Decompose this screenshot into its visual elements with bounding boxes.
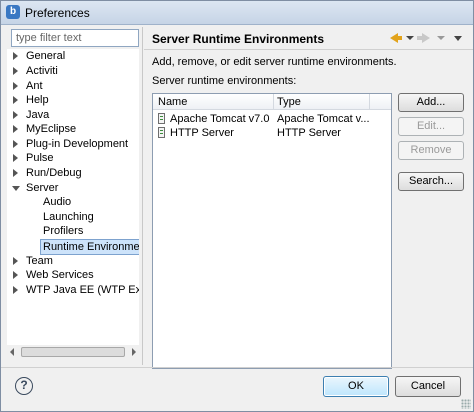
ok-button[interactable]: OK — [323, 376, 389, 397]
preference-page: Server Runtime Environments Add, remove,… — [144, 27, 473, 369]
tree-item-label: Profilers — [43, 225, 84, 237]
runtime-list-label: Server runtime environments: — [152, 75, 297, 87]
remove-button[interactable]: Remove — [398, 141, 464, 160]
expand-arrow-icon[interactable] — [13, 67, 18, 75]
tree-item-label: Audio — [43, 196, 72, 208]
tree-item-label: WTP Java EE (WTP Extras) — [26, 284, 139, 296]
table-row[interactable]: Apache Tomcat v7.0 Apache Tomcat v... — [153, 112, 391, 126]
runtime-type: HTTP Server — [277, 127, 341, 139]
tree-item-label: Help — [26, 94, 49, 106]
tree-item-server[interactable]: Server — [9, 181, 58, 195]
server-icon — [158, 127, 165, 138]
tree-item-web-services[interactable]: Web Services — [9, 268, 94, 282]
column-header-name[interactable]: Name — [158, 96, 187, 108]
expand-arrow-icon[interactable] — [13, 82, 18, 90]
tree-item-label: Launching — [43, 211, 94, 223]
window-title: Preferences — [25, 6, 90, 20]
expand-arrow-icon[interactable] — [13, 154, 18, 162]
search-button[interactable]: Search... — [398, 172, 464, 191]
tree-item-label: Activiti — [26, 65, 58, 77]
tree-item-label: Run/Debug — [26, 167, 82, 179]
tree-item-label: Web Services — [26, 269, 94, 281]
footer-separator — [1, 367, 473, 368]
expand-arrow-icon[interactable] — [13, 271, 18, 279]
collapse-arrow-icon[interactable] — [12, 186, 20, 191]
tree-item-ant[interactable]: Ant — [9, 79, 43, 93]
tree-item-label: Ant — [26, 80, 43, 92]
title-separator — [144, 49, 473, 50]
panel-divider[interactable] — [142, 27, 143, 365]
back-arrow-tail — [397, 36, 402, 40]
help-icon[interactable]: ? — [15, 377, 33, 395]
tree-item-activiti[interactable]: Activiti — [9, 64, 58, 78]
tree-item-pulse[interactable]: Pulse — [9, 151, 54, 165]
tree-item-label: Pulse — [26, 152, 54, 164]
scroll-right-icon[interactable] — [132, 348, 136, 356]
tree-item-label: Plug-in Development — [26, 138, 129, 150]
runtime-environments-table: Name Type Apache Tomcat v7.0 Apache Tomc… — [152, 93, 392, 369]
page-title: Server Runtime Environments — [152, 32, 325, 46]
tree-item-run-debug[interactable]: Run/Debug — [9, 166, 82, 180]
preferences-window: b Preferences General Activiti Ant Help — [0, 0, 474, 412]
expand-arrow-icon[interactable] — [13, 140, 18, 148]
forward-arrow-icon[interactable] — [422, 33, 430, 43]
tree-item-plugin-development[interactable]: Plug-in Development — [9, 137, 128, 151]
tree-item-label: Java — [26, 109, 50, 121]
column-header-type[interactable]: Type — [277, 96, 301, 108]
app-icon: b — [6, 5, 20, 19]
table-row[interactable]: HTTP Server HTTP Server — [153, 126, 391, 140]
server-icon — [158, 113, 165, 124]
tree-item-label: General — [26, 50, 66, 62]
forward-history-dropdown-icon[interactable] — [437, 36, 445, 40]
tree-item-general[interactable]: General — [9, 49, 65, 63]
tree-item-label: Server — [26, 182, 59, 194]
tree-item-label: Team — [26, 255, 53, 267]
expand-arrow-icon[interactable] — [13, 286, 18, 294]
tree-item-team[interactable]: Team — [9, 254, 53, 268]
expand-arrow-icon[interactable] — [13, 111, 18, 119]
column-divider[interactable] — [369, 94, 370, 110]
tree-item-java[interactable]: Java — [9, 108, 49, 122]
view-menu-icon[interactable] — [454, 36, 462, 41]
scroll-left-icon[interactable] — [10, 348, 14, 356]
tree-horizontal-scrollbar[interactable] — [7, 345, 139, 359]
expand-arrow-icon[interactable] — [13, 257, 18, 265]
tree-item-profilers[interactable]: Profilers — [43, 224, 83, 238]
back-history-dropdown-icon[interactable] — [406, 36, 414, 40]
runtime-name: Apache Tomcat v7.0 — [170, 113, 270, 125]
tree-item-label: MyEclipse — [26, 123, 77, 135]
expand-arrow-icon[interactable] — [13, 125, 18, 133]
tree-item-wtp-java-ee[interactable]: WTP Java EE (WTP Extras) — [9, 283, 139, 297]
tree-item-runtime-environments[interactable]: Runtime Environments — [40, 239, 139, 255]
tree-item-label: Runtime Environments — [40, 239, 139, 255]
page-navigation — [390, 31, 466, 45]
scrollbar-thumb[interactable] — [21, 347, 125, 357]
expand-arrow-icon[interactable] — [13, 96, 18, 104]
filter-input[interactable] — [11, 29, 139, 47]
resize-grip[interactable] — [461, 399, 471, 409]
runtime-name: HTTP Server — [170, 127, 234, 139]
tree-item-launching[interactable]: Launching — [43, 210, 94, 224]
tree-item-audio[interactable]: Audio — [43, 195, 71, 209]
preference-tree-panel: General Activiti Ant Help Java MyEclipse — [7, 27, 139, 345]
expand-arrow-icon[interactable] — [13, 52, 18, 60]
column-divider[interactable] — [273, 94, 274, 110]
expand-arrow-icon[interactable] — [13, 169, 18, 177]
page-description: Add, remove, or edit server runtime envi… — [152, 56, 397, 68]
tree-item-myeclipse[interactable]: MyEclipse — [9, 122, 76, 136]
edit-button[interactable]: Edit... — [398, 117, 464, 136]
add-button[interactable]: Add... — [398, 93, 464, 112]
table-header: Name Type — [153, 94, 391, 110]
tree-item-help[interactable]: Help — [9, 93, 49, 107]
cancel-button[interactable]: Cancel — [395, 376, 461, 397]
title-bar[interactable]: b Preferences — [1, 1, 473, 25]
preference-tree: General Activiti Ant Help Java MyEclipse — [7, 49, 139, 345]
runtime-type: Apache Tomcat v... — [277, 113, 370, 125]
